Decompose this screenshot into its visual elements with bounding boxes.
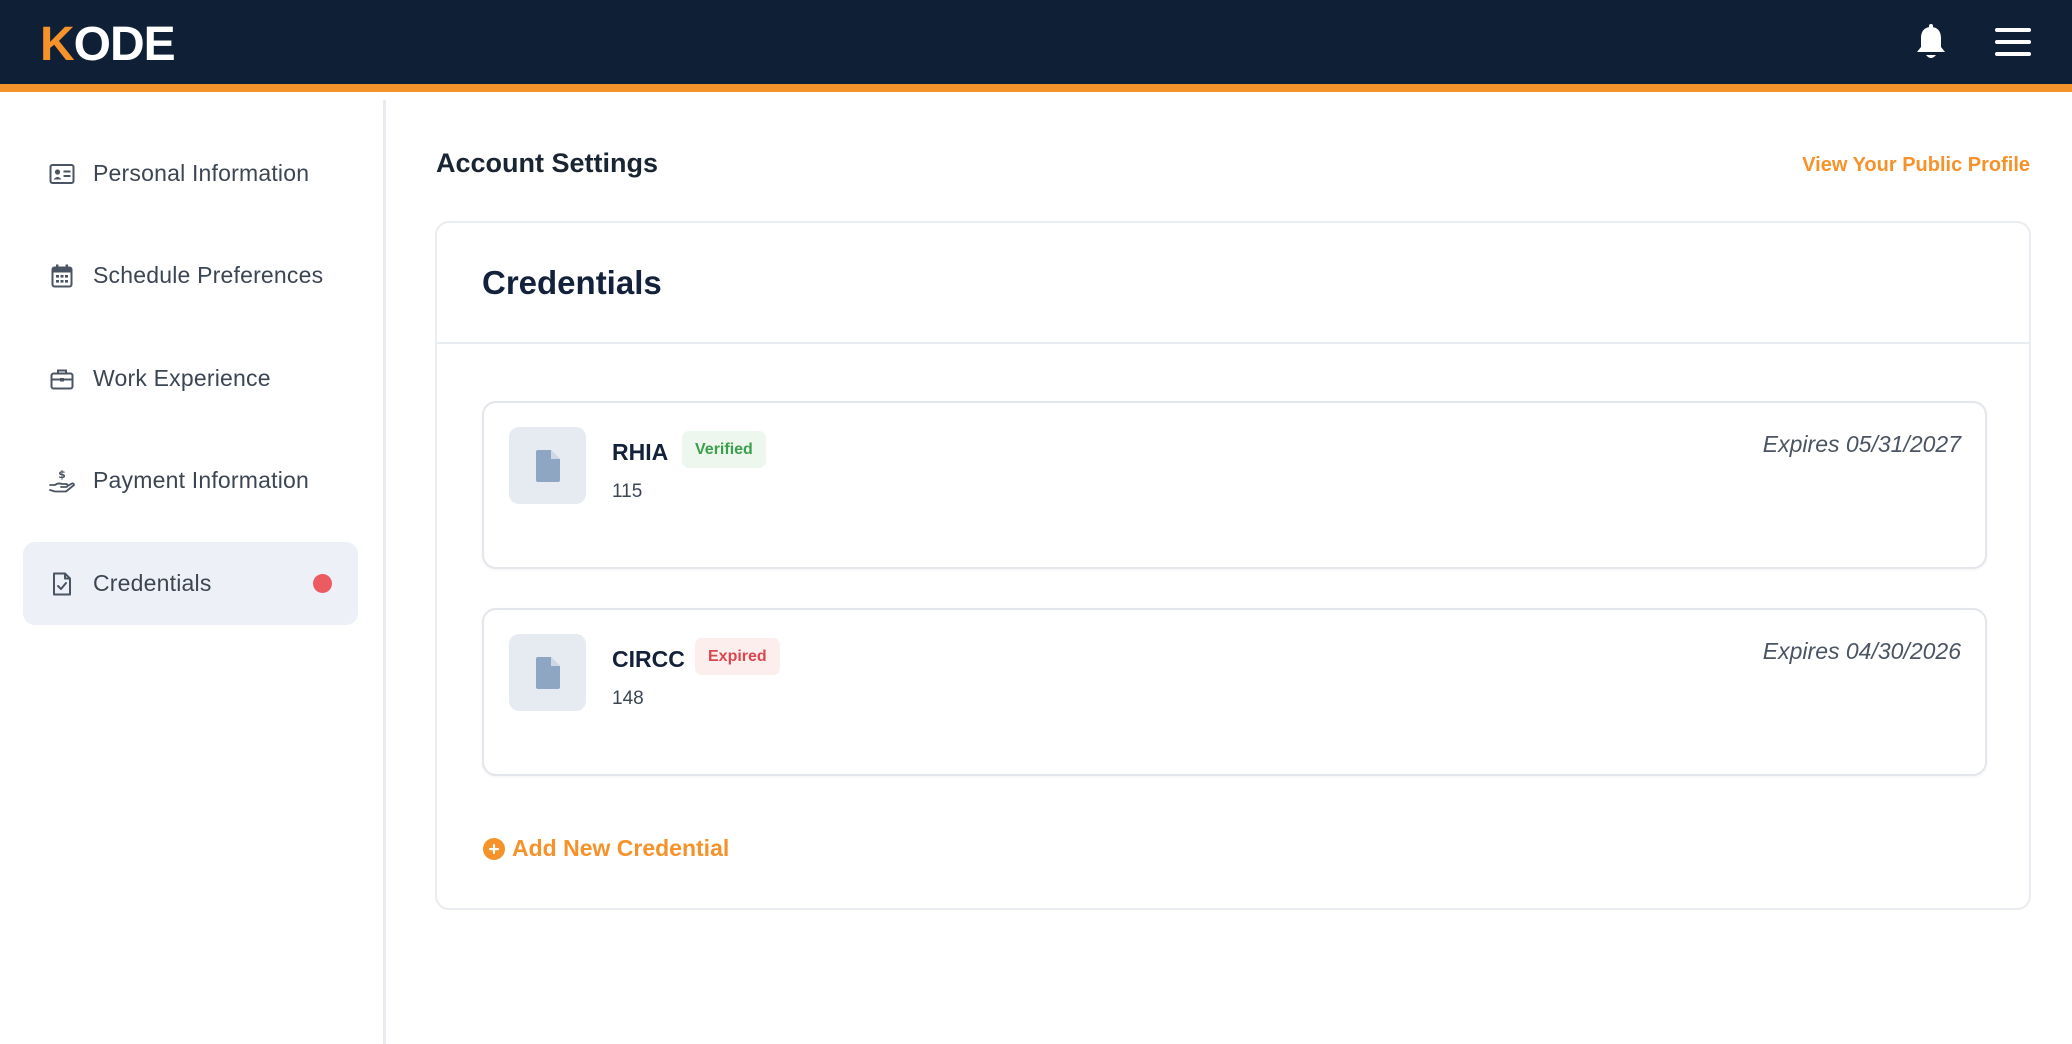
status-badge: Verified bbox=[682, 431, 766, 468]
card-header: Credentials bbox=[437, 223, 2029, 344]
sidebar-item-label: Schedule Preferences bbox=[93, 262, 324, 288]
sidebar-item-work-experience[interactable]: Work Experience bbox=[23, 337, 358, 420]
top-navbar: KODE bbox=[0, 0, 2072, 92]
add-credential-label: Add New Credential bbox=[512, 835, 730, 861]
credential-item[interactable]: RHIA Verified 115 Expires 05/31/2027 bbox=[482, 401, 1987, 569]
credential-number: 148 bbox=[612, 688, 644, 709]
sidebar-item-schedule-preferences[interactable]: Schedule Preferences bbox=[23, 234, 358, 317]
calendar-icon bbox=[49, 263, 75, 289]
sidebar-item-label: Work Experience bbox=[93, 365, 271, 391]
document-check-icon bbox=[49, 571, 75, 597]
view-public-profile-link[interactable]: View Your Public Profile bbox=[1802, 154, 2030, 177]
credentials-card: Credentials RHIA Verified 115 Expires 05… bbox=[435, 221, 2031, 910]
briefcase-icon bbox=[49, 366, 75, 392]
credential-item[interactable]: CIRCC Expired 148 Expires 04/30/2026 bbox=[482, 608, 1987, 776]
document-icon bbox=[509, 427, 586, 504]
sidebar-item-personal-information[interactable]: Personal Information bbox=[23, 132, 358, 215]
settings-sidebar: Personal Information Schedule Preference… bbox=[0, 100, 386, 1044]
hand-dollar-icon: $ bbox=[49, 468, 75, 494]
card-title: Credentials bbox=[482, 263, 662, 301]
alert-dot bbox=[313, 574, 332, 593]
add-new-credential-button[interactable]: Add New Credential bbox=[482, 835, 729, 862]
id-card-icon bbox=[49, 161, 75, 187]
sidebar-item-label: Personal Information bbox=[93, 160, 310, 186]
kode-logo[interactable]: KODE bbox=[40, 21, 176, 69]
hamburger-menu-icon[interactable] bbox=[1995, 26, 2031, 58]
credential-expiry: Expires 05/31/2027 bbox=[1762, 431, 1961, 457]
credential-name: RHIA bbox=[612, 439, 669, 465]
page-title: Account Settings bbox=[436, 148, 659, 178]
bell-icon[interactable] bbox=[1915, 24, 1947, 62]
sidebar-item-payment-information[interactable]: $ Payment Information bbox=[23, 439, 358, 522]
credential-number: 115 bbox=[612, 481, 643, 502]
sidebar-item-label: Payment Information bbox=[93, 467, 310, 493]
sidebar-item-credentials[interactable]: Credentials bbox=[23, 542, 358, 625]
plus-circle-icon bbox=[483, 837, 505, 860]
credential-name: CIRCC bbox=[612, 646, 685, 672]
status-badge: Expired bbox=[695, 638, 780, 675]
sidebar-item-label: Credentials bbox=[93, 570, 212, 596]
document-icon bbox=[509, 634, 586, 711]
logo-rest-letters: ODE bbox=[73, 18, 176, 71]
logo-k-letter: K bbox=[40, 18, 75, 71]
credential-expiry: Expires 04/30/2026 bbox=[1762, 638, 1961, 664]
svg-text:$: $ bbox=[58, 468, 66, 481]
